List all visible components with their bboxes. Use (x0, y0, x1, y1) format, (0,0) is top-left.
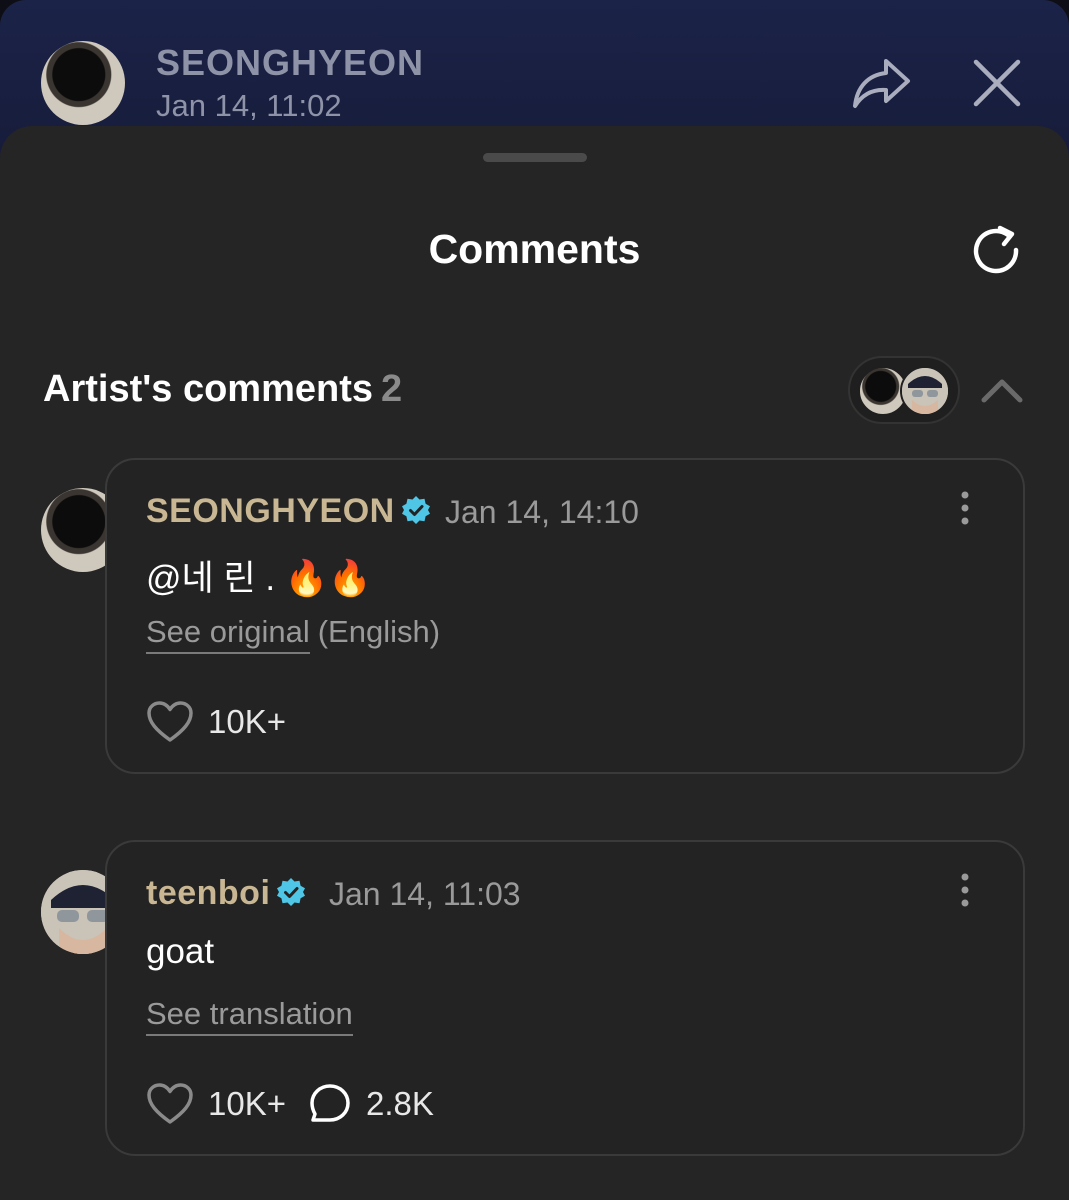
refresh-icon[interactable] (970, 224, 1026, 280)
see-original-link[interactable]: See original (146, 614, 310, 654)
comment-card: teenboi Jan 14, 11:03 goat See translati… (105, 840, 1025, 1156)
sheet-title: Comments (428, 226, 641, 272)
avatar (900, 366, 950, 416)
comment-time: Jan 14, 14:10 (445, 494, 639, 530)
comment-author-name[interactable]: SEONGHYEON (146, 492, 395, 530)
comment-author-name[interactable]: teenboi (146, 874, 270, 912)
verified-badge-icon (401, 496, 430, 525)
original-language: (English) (317, 614, 441, 649)
sheet-grabber[interactable] (483, 153, 587, 162)
reply-count: 2.8K (366, 1085, 434, 1122)
comment-actions: 10K+ 2.8K (146, 1080, 456, 1128)
comment-actions: 10K+ (146, 698, 308, 746)
comment-text: @네 린 . 🔥🔥 (146, 559, 372, 598)
like-count: 10K+ (208, 1085, 286, 1122)
see-original-link-row: See original (English) (146, 614, 441, 654)
post-time: Jan 14, 11:02 (156, 88, 342, 123)
artist-comments-heading: Artist's comments 2 (43, 368, 402, 411)
more-options-icon[interactable] (959, 872, 971, 908)
heart-icon[interactable] (146, 1082, 194, 1126)
comment-author[interactable]: teenboi (146, 874, 306, 913)
chevron-up-icon[interactable] (980, 374, 1024, 406)
more-options-icon[interactable] (959, 490, 971, 526)
post-author-name[interactable]: SEONGHYEON (156, 42, 424, 84)
comment-author[interactable]: SEONGHYEON (146, 492, 431, 531)
see-translation-link-row: See translation (146, 996, 353, 1036)
comments-sheet: Comments Artist's comments2 SEONGHYEON (0, 126, 1069, 1200)
artist-avatar-stack[interactable] (848, 356, 960, 424)
author-avatar[interactable] (41, 41, 125, 125)
section-title: Artist's comments (43, 368, 374, 410)
comment-card: SEONGHYEON Jan 14, 14:10 @네 린 . 🔥🔥 See o… (105, 458, 1025, 774)
reply-bubble-icon[interactable] (308, 1082, 352, 1126)
share-arrow-icon[interactable] (850, 55, 912, 111)
comment-time: Jan 14, 11:03 (329, 876, 521, 912)
see-translation-link[interactable]: See translation (146, 996, 353, 1036)
heart-icon[interactable] (146, 700, 194, 744)
verified-badge-icon (277, 878, 306, 907)
close-icon[interactable] (970, 56, 1024, 110)
comment-text: goat (146, 932, 215, 971)
like-count: 10K+ (208, 703, 286, 740)
section-count: 2 (381, 368, 403, 410)
